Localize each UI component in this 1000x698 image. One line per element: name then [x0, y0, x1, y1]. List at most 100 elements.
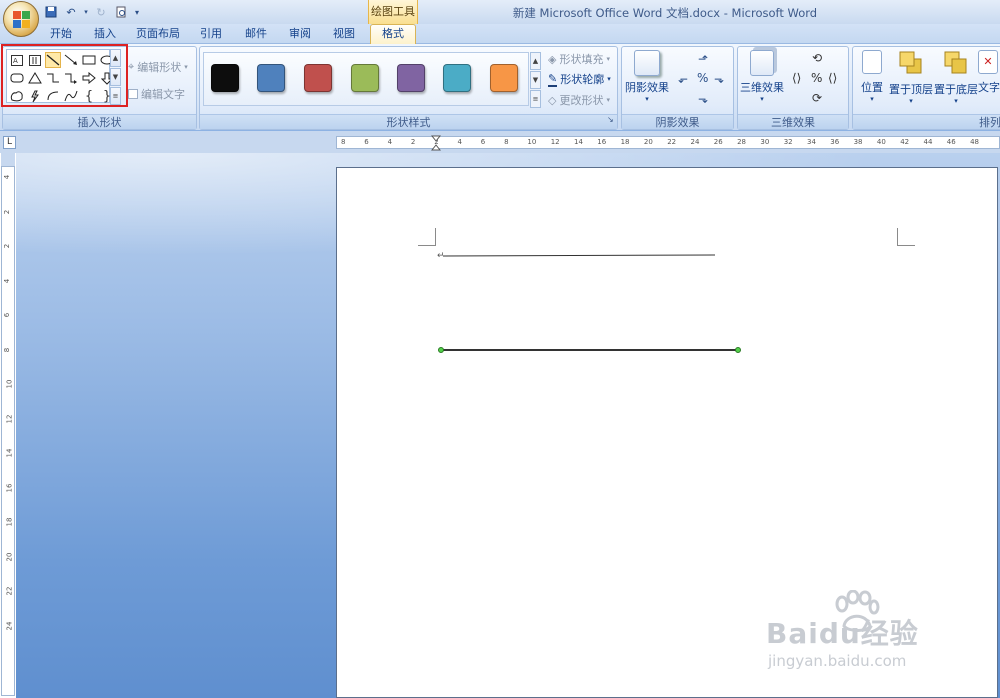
style-swatch-orange[interactable] — [490, 64, 518, 92]
customize-icon[interactable]: ▾ — [132, 4, 142, 20]
tilt-left-icon[interactable]: ⟨⟩ — [792, 71, 801, 85]
watermark-brand: Baidu经验 — [766, 617, 919, 650]
line-start-handle[interactable] — [438, 347, 444, 353]
group-label-shape-styles: 形状样式 — [200, 114, 617, 129]
ruler-tick-label: 8 — [3, 347, 12, 352]
text-wrap-label: 文字 — [978, 81, 1000, 94]
ruler-tick-label: 10 — [5, 379, 14, 389]
dropdown-icon: ▾ — [760, 95, 764, 103]
nudge-down-icon[interactable]: ⬎ — [698, 92, 708, 106]
ruler-tick-label: 2 — [3, 243, 12, 249]
tab-view[interactable]: 视图 — [327, 24, 361, 43]
style-up-icon[interactable]: ▲ — [530, 52, 541, 70]
shape-fill-label: 形状填充 — [559, 53, 604, 66]
drawn-line-selected[interactable] — [441, 349, 738, 351]
dialog-launcher-icon[interactable]: ↘ — [607, 115, 614, 124]
tab-home[interactable]: 开始 — [44, 24, 78, 43]
window-title: 新建 Microsoft Office Word 文档.docx - Micro… — [512, 6, 818, 20]
style-swatch-red[interactable] — [304, 64, 332, 92]
vertical-ruler[interactable]: 4 2 2 4 6 8 10 12 14 16 18 20 22 24 — [1, 166, 15, 696]
3d-tilt-controls: ⟲ ⟨⟩ % ⟨⟩ ⟳ — [792, 50, 844, 110]
style-swatch-cyan[interactable] — [443, 64, 471, 92]
3d-effects-button[interactable]: 三维效果 ▾ — [740, 50, 784, 103]
tab-insert[interactable]: 插入 — [88, 24, 122, 43]
shape-fill-button[interactable]: ◈ 形状填充 ▾ — [548, 50, 610, 68]
office-button[interactable] — [3, 1, 39, 37]
dropdown-icon: ▾ — [606, 96, 610, 104]
change-shape-label: 更改形状 — [559, 94, 604, 107]
ruler-tick-label: 6 — [480, 138, 486, 146]
indent-marker-icon[interactable] — [431, 135, 441, 151]
ruler-tick-label: 14 — [574, 138, 583, 146]
undo-icon[interactable]: ↶ — [62, 4, 80, 20]
tab-mailings[interactable]: 邮件 — [239, 24, 273, 43]
baidu-watermark: Baidu经验 jingyan.baidu.com — [760, 588, 960, 678]
3d-toggle-icon[interactable]: % — [811, 71, 822, 85]
undo-dropdown-icon[interactable]: ▾ — [82, 4, 90, 20]
ruler-tick-label: 48 — [970, 138, 980, 146]
change-shape-button[interactable]: ◇ 更改形状 ▾ — [548, 91, 610, 109]
group-label-insert-shapes: 插入形状 — [3, 114, 196, 129]
office-logo-icon — [12, 10, 30, 28]
tab-review[interactable]: 审阅 — [283, 24, 317, 43]
text-wrap-icon: ✕ — [978, 50, 998, 74]
send-to-back-label: 置于底层 — [934, 83, 978, 96]
tilt-right-icon[interactable]: ⟨⟩ — [828, 71, 837, 85]
tab-references[interactable]: 引用 — [194, 24, 228, 43]
ruler-tick-label: 40 — [876, 138, 886, 146]
style-down-icon[interactable]: ▼ — [530, 71, 541, 89]
style-more-icon[interactable]: ≡ — [530, 90, 541, 108]
line-end-handle[interactable] — [735, 347, 741, 353]
3d-icon — [750, 50, 774, 76]
ruler-tick-label: 34 — [807, 138, 816, 146]
ruler-tick-label: 28 — [737, 138, 747, 146]
text-wrap-button[interactable]: ✕ 文字 — [978, 50, 1000, 95]
bring-to-front-icon — [899, 51, 922, 74]
ruler-tick-label: 20 — [5, 552, 14, 561]
style-swatch-blue[interactable] — [257, 64, 285, 92]
bring-to-front-button[interactable]: 置于顶层 ▾ — [889, 50, 933, 105]
ruler-tick-label: 32 — [783, 138, 793, 146]
position-label: 位置 — [861, 81, 883, 94]
3d-effects-label: 三维效果 — [740, 81, 784, 94]
group-label-shadow: 阴影效果 — [622, 114, 733, 129]
quick-access-toolbar: ↶ ▾ ↻ ▾ — [42, 3, 142, 21]
redo-icon[interactable]: ↻ — [92, 4, 110, 20]
shadow-icon — [634, 50, 660, 76]
margin-corner-top-left — [418, 228, 436, 246]
style-swatch-purple[interactable] — [397, 64, 425, 92]
style-swatch-black[interactable] — [211, 64, 239, 92]
tab-page-layout[interactable]: 页面布局 — [132, 24, 184, 43]
ruler-tick-label: 38 — [853, 138, 863, 146]
tab-selector-icon[interactable]: L — [3, 136, 16, 149]
edit-text-label: 编辑文字 — [141, 88, 185, 101]
edit-shape-button[interactable]: ⌖ 编辑形状 ▾ — [128, 58, 188, 76]
ruler-tick-label: 44 — [923, 138, 933, 146]
shape-outline-button[interactable]: ✎ 形状轮廓 ▾ — [548, 70, 611, 88]
style-swatch-green[interactable] — [351, 64, 379, 92]
margin-corner-top-right — [897, 228, 915, 246]
pen-outline-icon: ✎ — [548, 71, 558, 87]
tilt-up-icon[interactable]: ⟲ — [812, 51, 822, 65]
print-preview-icon[interactable] — [112, 4, 130, 20]
paint-bucket-icon: ◈ — [548, 52, 557, 66]
save-icon[interactable] — [42, 4, 60, 20]
send-to-back-button[interactable]: 置于底层 ▾ — [934, 50, 978, 105]
group-label-3d: 三维效果 — [738, 114, 848, 129]
shadow-effects-button[interactable]: 阴影效果 ▾ — [625, 50, 669, 103]
nudge-up-icon[interactable]: ⬏ — [698, 52, 708, 66]
horizontal-ruler[interactable]: 8 6 4 2 2 4 6 8 10 12 14 16 18 20 22 24 26 28 30 32 34 36 38 40… — [336, 135, 1000, 151]
nudge-left-icon[interactable]: ⬐ — [678, 72, 688, 86]
position-button[interactable]: 位置 ▾ — [858, 50, 886, 103]
highlight-box — [1, 44, 128, 107]
shadow-toggle-icon[interactable]: % — [697, 71, 708, 85]
bring-to-front-label: 置于顶层 — [889, 83, 933, 96]
tab-format[interactable]: 格式 — [370, 24, 416, 44]
dropdown-icon: ▾ — [184, 63, 188, 71]
group-label-arrange: 排列 — [853, 114, 1000, 129]
ruler-tick-label: 4 — [3, 174, 12, 180]
edit-text-button[interactable]: 编辑文字 — [128, 85, 185, 103]
ruler-tick-label: 4 — [457, 138, 462, 146]
tilt-down-icon[interactable]: ⟳ — [812, 91, 822, 105]
nudge-right-icon[interactable]: ⬎ — [714, 72, 724, 86]
